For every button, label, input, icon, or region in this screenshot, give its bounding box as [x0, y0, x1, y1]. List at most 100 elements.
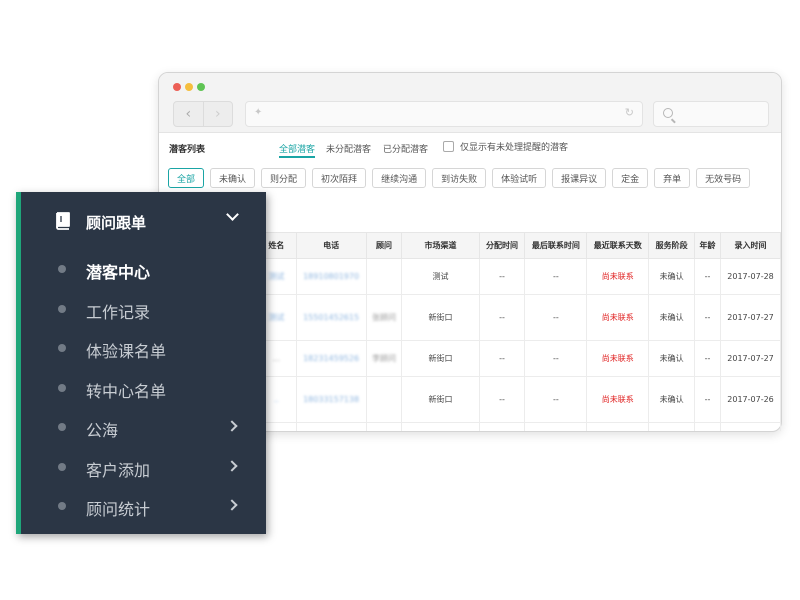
reminder-checkbox-label: 仅显示有未处理提醒的潜客 — [460, 143, 569, 153]
col-stage[interactable]: 服务阶段 — [648, 232, 696, 259]
lead-age: -- — [694, 258, 722, 295]
lead-entered: 2017-07-27 — [720, 340, 781, 377]
col-channel[interactable]: 市场渠道 — [401, 232, 480, 259]
sidebar-item-add-customer[interactable]: 客户添加 — [16, 452, 266, 482]
lead-channel: 测试 — [401, 258, 480, 295]
filter-chip[interactable]: 继续沟通 — [372, 168, 427, 188]
col-entered-time[interactable]: 录入时间 — [720, 232, 781, 259]
sidebar-item-label: 客户添加 — [86, 461, 151, 480]
sidebar-item-advisor-stats[interactable]: 顾问统计 — [16, 491, 266, 521]
close-dot[interactable] — [173, 83, 181, 91]
browser-toolbar: ‹ › ✦ ↻ — [159, 73, 781, 133]
lead-last-contact: -- — [524, 376, 588, 423]
lead-name-link[interactable]: 测试 — [268, 313, 284, 322]
lead-age: -- — [694, 294, 722, 341]
lead-stage: 未确认 — [648, 376, 696, 423]
lead-recent-days: 尚未联系 — [586, 340, 650, 377]
filter-chip[interactable]: 弃单 — [654, 168, 691, 188]
chevron-right-icon — [226, 460, 238, 472]
lead-stage: 未确认 — [648, 258, 696, 295]
sidebar-section-header[interactable]: 顾问跟单 — [16, 192, 266, 254]
lead-assigned: -- — [478, 340, 526, 377]
col-age[interactable]: 年龄 — [694, 232, 722, 259]
nav-buttons: ‹ › — [173, 101, 233, 127]
tab-assigned-leads[interactable]: 已分配潜客 — [383, 142, 428, 155]
sidebar-item-label: 体验课名单 — [86, 342, 167, 361]
lead-phone[interactable]: 18033157138 — [303, 395, 359, 404]
lead-entered: 2017-07-27 — [720, 294, 781, 341]
lead-name-link[interactable]: .. — [274, 395, 279, 404]
tab-all-leads[interactable]: 全部潜客 — [279, 142, 316, 158]
bullet-icon — [58, 344, 66, 352]
sidebar-item-public-pool[interactable]: 公海 — [16, 412, 266, 442]
lead-phone[interactable]: 15501452615 — [303, 313, 359, 322]
lead-recent-days: 尚未联系 — [586, 376, 650, 423]
lead-channel: 新街口 — [401, 294, 480, 341]
page-content: 潜客列表 全部潜客 未分配潜客 已分配潜客 仅显示有未处理提醒的潜客 — [159, 133, 781, 161]
table-header-row: 姓名 电话 顾问 市场渠道 分配时间 最后联系时间 最近联系天数 服务阶段 年龄… — [256, 232, 781, 259]
filter-chip[interactable]: 无效号码 — [696, 168, 751, 188]
lead-name-link[interactable]: ... — [273, 354, 281, 363]
bullet-icon — [58, 463, 66, 471]
lead-entered: 2017-07-28 — [720, 258, 781, 295]
lead-assigned: -- — [478, 258, 526, 295]
col-last-contact[interactable]: 最后联系时间 — [524, 232, 588, 259]
lead-phone[interactable]: 18231459526 — [303, 354, 359, 363]
back-icon[interactable]: ‹ — [174, 102, 203, 126]
filter-chip[interactable]: 初次陌拜 — [312, 168, 367, 188]
sidebar-item-label: 工作记录 — [86, 303, 151, 322]
lead-phone[interactable]: 18910801970 — [303, 272, 359, 281]
bullet-icon — [58, 305, 66, 313]
lead-last-contact: -- — [524, 258, 588, 295]
stage: ‹ › ✦ ↻ 潜客列表 全部潜客 未分配潜客 已分配潜客 仅显示有未处理提醒的… — [0, 0, 800, 600]
page-title: 潜客列表 — [169, 145, 206, 155]
filter-chip[interactable]: 则分配 — [261, 168, 307, 188]
sidebar-item-work-records[interactable]: 工作记录 — [16, 294, 266, 324]
col-assigned-time[interactable]: 分配时间 — [478, 232, 526, 259]
table-row[interactable]: 测试 15501452615 张顾问 新街口 -- -- 尚未联系 未确认 --… — [256, 294, 781, 341]
lead-entered: 2017-07-26 — [720, 376, 781, 423]
reminder-checkbox[interactable] — [443, 141, 454, 152]
reminder-filter[interactable]: 仅显示有未处理提醒的潜客 — [443, 140, 568, 153]
tab-unassigned-leads[interactable]: 未分配潜客 — [326, 142, 371, 155]
lead-name-link[interactable]: 测试 — [268, 272, 284, 281]
filter-chip[interactable]: 定金 — [612, 168, 649, 188]
reload-icon[interactable]: ↻ — [625, 106, 634, 119]
filter-chip-all[interactable]: 全部 — [168, 168, 205, 188]
bullet-icon — [58, 423, 66, 431]
address-bar[interactable]: ✦ ↻ — [245, 101, 643, 127]
sidebar-item-trial-class-list[interactable]: 体验课名单 — [16, 333, 266, 363]
sidebar-section-title: 顾问跟单 — [86, 214, 147, 232]
lead-channel: 新街口 — [401, 376, 480, 423]
table-row[interactable]: .. 18033157138 新街口 -- -- 尚未联系 未确认 -- 201… — [256, 376, 781, 423]
chevron-down-icon[interactable] — [226, 208, 239, 221]
col-phone[interactable]: 电话 — [295, 232, 367, 259]
lead-last-contact: -- — [524, 294, 588, 341]
filter-chip[interactable]: 到访失败 — [432, 168, 487, 188]
search-icon — [663, 108, 673, 118]
maximize-dot[interactable] — [197, 83, 205, 91]
table-row[interactable]: ... 18231459526 李顾问 新街口 -- -- 尚未联系 未确认 -… — [256, 340, 781, 377]
sidebar-item-transfer-list[interactable]: 转中心名单 — [16, 373, 266, 403]
lead-age: -- — [694, 340, 722, 377]
minimize-dot[interactable] — [185, 83, 193, 91]
lead-assigned: -- — [478, 376, 526, 423]
filter-chip[interactable]: 未确认 — [210, 168, 256, 188]
lead-age: -- — [694, 376, 722, 423]
lead-assigned: -- — [478, 294, 526, 341]
filter-chip[interactable]: 体验试听 — [492, 168, 547, 188]
col-advisor[interactable]: 顾问 — [365, 232, 403, 259]
status-filter-bar: 全部 未确认 则分配 初次陌拜 继续沟通 到访失败 体验试听 报课异议 定金 弃… — [168, 168, 751, 188]
col-recent-days[interactable]: 最近联系天数 — [586, 232, 650, 259]
filter-chip[interactable]: 报课异议 — [552, 168, 607, 188]
lead-recent-days: 尚未联系 — [586, 294, 650, 341]
sidebar-item-label: 转中心名单 — [86, 382, 167, 401]
lead-recent-days: 尚未联系 — [586, 258, 650, 295]
sidebar-item-leads-center[interactable]: 潜客中心 — [16, 254, 266, 284]
sidebar-item-label: 公海 — [86, 421, 119, 440]
forward-icon[interactable]: › — [202, 102, 233, 126]
table-row[interactable] — [256, 422, 781, 431]
browser-search-box[interactable] — [653, 101, 769, 127]
leads-table: 姓名 电话 顾问 市场渠道 分配时间 最后联系时间 最近联系天数 服务阶段 年龄… — [256, 232, 781, 431]
table-row[interactable]: 测试 18910801970 测试 -- -- 尚未联系 未确认 -- 2017… — [256, 258, 781, 295]
